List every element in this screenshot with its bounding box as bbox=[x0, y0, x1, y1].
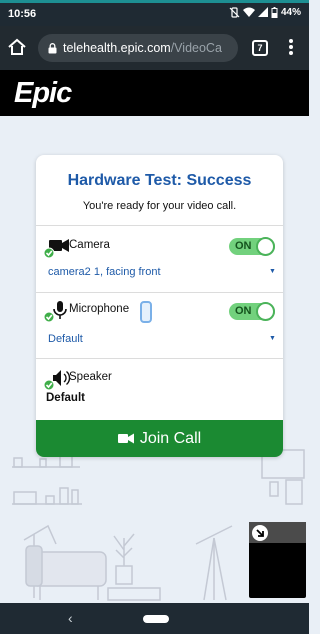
chevron-down-icon[interactable]: ▼ bbox=[269, 335, 276, 342]
divider bbox=[36, 292, 283, 293]
join-call-button[interactable]: Join Call bbox=[36, 420, 283, 457]
toggle-knob bbox=[256, 237, 275, 256]
home-icon[interactable] bbox=[6, 36, 28, 58]
speaker-value: Default bbox=[46, 392, 85, 404]
status-time: 10:56 bbox=[8, 8, 37, 20]
url-path: /VideoCa bbox=[170, 41, 222, 55]
home-pill-icon[interactable] bbox=[143, 615, 169, 623]
microphone-toggle-label: ON bbox=[235, 305, 252, 317]
toggle-knob bbox=[256, 302, 275, 321]
tab-switcher-button[interactable]: 7 bbox=[252, 40, 268, 56]
card-title: Hardware Test: Success bbox=[67, 172, 252, 189]
minimize-icon[interactable] bbox=[252, 525, 268, 541]
url-field[interactable]: telehealth.epic.com/VideoCa bbox=[38, 34, 238, 62]
battery-percent: 44% bbox=[280, 7, 301, 18]
camera-label: Camera bbox=[69, 239, 110, 251]
video-icon bbox=[117, 433, 134, 444]
brand-header: Epic bbox=[0, 70, 309, 116]
camera-toggle-label: ON bbox=[235, 240, 252, 252]
microphone-level-meter bbox=[140, 301, 152, 323]
chevron-down-icon[interactable]: ▼ bbox=[269, 268, 276, 275]
divider bbox=[36, 225, 283, 226]
microphone-select[interactable]: Default bbox=[48, 333, 83, 345]
browser-address-bar: telehealth.epic.com/VideoCa 7 bbox=[0, 26, 309, 70]
status-bar: 10:56 44% bbox=[0, 3, 309, 26]
microphone-toggle[interactable]: ON bbox=[229, 302, 275, 321]
url-host: telehealth.epic.com bbox=[63, 41, 171, 55]
lock-icon bbox=[48, 42, 57, 53]
android-nav-bar: ‹ bbox=[0, 603, 309, 634]
wifi-icon bbox=[242, 7, 255, 17]
overflow-menu-icon[interactable] bbox=[284, 38, 298, 58]
battery-icon bbox=[271, 7, 278, 18]
self-view-video[interactable] bbox=[249, 522, 306, 598]
card-subtitle: You're ready for your video call. bbox=[82, 200, 237, 212]
back-icon[interactable]: ‹ bbox=[68, 610, 73, 626]
hardware-test-card: Hardware Test: Success You're ready for … bbox=[36, 155, 283, 457]
divider bbox=[36, 358, 283, 359]
microphone-label: Microphone bbox=[69, 303, 130, 315]
speaker-label: Speaker bbox=[69, 371, 112, 383]
camera-toggle[interactable]: ON bbox=[229, 237, 275, 256]
join-call-label: Join Call bbox=[139, 429, 202, 447]
epic-logo: Epic bbox=[14, 77, 72, 109]
status-icons: 44% bbox=[229, 7, 301, 18]
microphone-icon bbox=[43, 301, 67, 323]
signal-icon bbox=[257, 7, 268, 17]
vibrate-off-icon bbox=[229, 7, 240, 18]
camera-icon bbox=[43, 239, 69, 259]
camera-select[interactable]: camera2 1, facing front bbox=[48, 266, 161, 278]
speaker-icon bbox=[43, 370, 71, 391]
self-view-header bbox=[249, 522, 306, 543]
